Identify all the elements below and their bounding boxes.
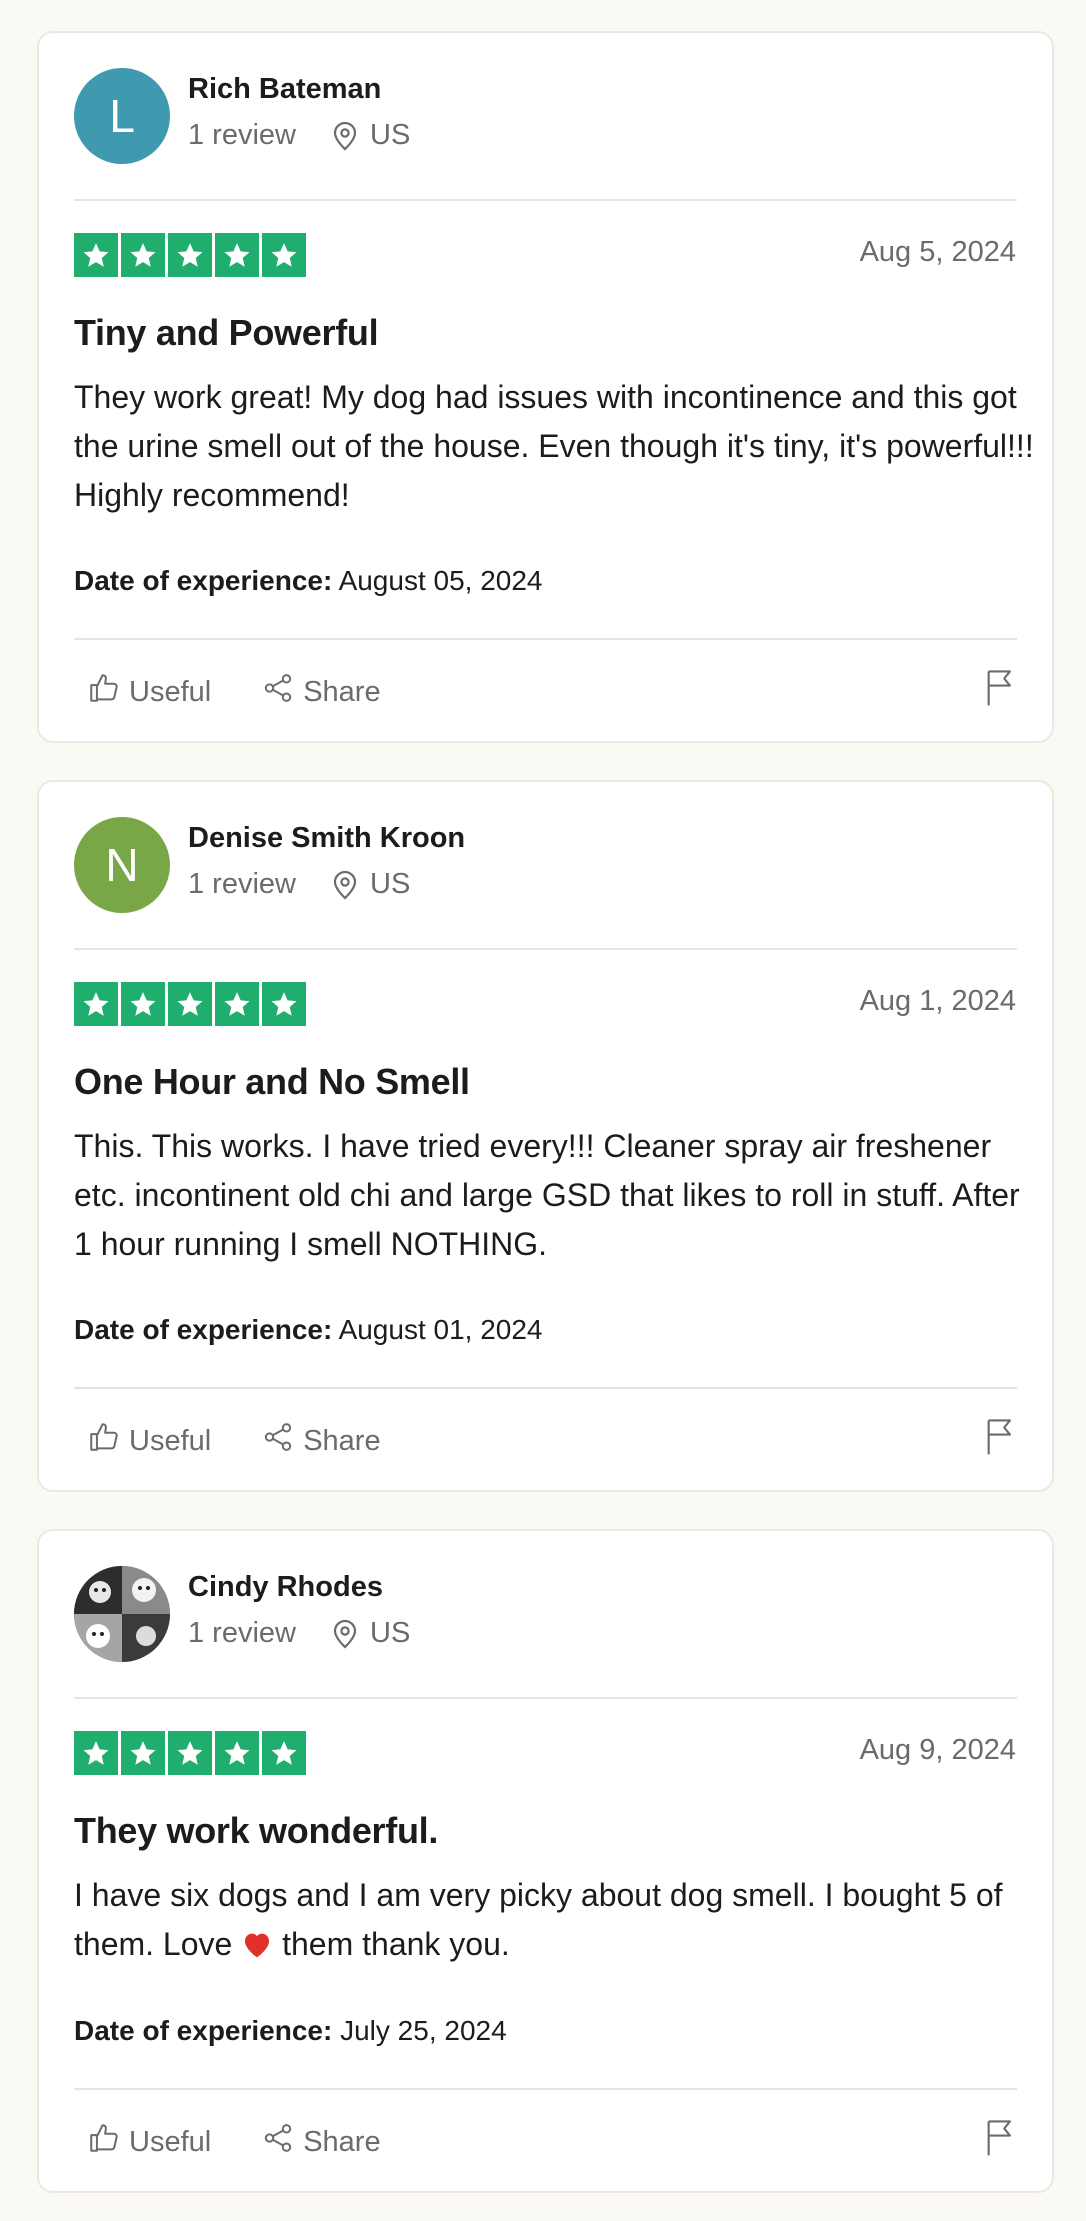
- reviewer-country: US: [370, 1617, 411, 1649]
- share-button[interactable]: Share: [261, 671, 381, 713]
- divider: [74, 199, 1017, 201]
- thumbs-up-icon: [87, 2121, 129, 2163]
- experience-value: August 05, 2024: [338, 565, 543, 596]
- star-icon: [168, 233, 212, 277]
- reviewer-header: Cindy Rhodes 1 review US: [39, 1531, 1052, 1698]
- star-rating: [74, 982, 306, 1026]
- experience-label: Date of experience:: [74, 565, 333, 596]
- star-rating: [74, 233, 306, 277]
- star-rating: [74, 1731, 306, 1775]
- divider: [74, 638, 1017, 640]
- review-count: 1 review: [188, 119, 296, 151]
- review-body-text: I have six dogs and I am very picky abou…: [74, 1877, 1003, 1962]
- review-actions: Useful Share: [87, 670, 1017, 713]
- review-card: L Rich Bateman 1 review US Aug 5, 2024 T…: [37, 31, 1054, 743]
- review-body-text: them thank you.: [282, 1926, 510, 1962]
- reviews-page: L Rich Bateman 1 review US Aug 5, 2024 T…: [0, 0, 1086, 2221]
- flag-icon[interactable]: [983, 667, 1017, 712]
- star-icon: [74, 1731, 118, 1775]
- reviewer-meta: 1 review US: [188, 1617, 410, 1650]
- flag-icon[interactable]: [983, 2117, 1017, 2162]
- avatar[interactable]: N: [74, 817, 170, 913]
- review-body: I have six dogs and I am very picky abou…: [74, 1871, 1034, 1973]
- review-actions: Useful Share: [87, 1419, 1017, 1462]
- reviewer-meta: 1 review US: [188, 119, 410, 152]
- review-card: Cindy Rhodes 1 review US Aug 9, 2024 The…: [37, 1529, 1054, 2193]
- divider: [74, 1697, 1017, 1699]
- avatar[interactable]: [74, 1566, 170, 1662]
- star-icon: [215, 982, 259, 1026]
- star-icon: [215, 1731, 259, 1775]
- reviewer-country: US: [370, 119, 411, 151]
- review-count: 1 review: [188, 1617, 296, 1649]
- star-icon: [168, 1731, 212, 1775]
- experience-label: Date of experience:: [74, 1314, 333, 1345]
- useful-button[interactable]: Useful: [87, 2121, 211, 2163]
- flag-icon[interactable]: [983, 1416, 1017, 1461]
- experience-value: August 01, 2024: [338, 1314, 543, 1345]
- reviewer-header: N Denise Smith Kroon 1 review US: [39, 782, 1052, 949]
- photo-collage-icon: [74, 1566, 170, 1662]
- useful-button[interactable]: Useful: [87, 671, 211, 713]
- star-icon: [215, 233, 259, 277]
- star-icon: [262, 233, 306, 277]
- reviewer-name[interactable]: Denise Smith Kroon: [188, 822, 465, 855]
- useful-label: Useful: [129, 2125, 212, 2158]
- reviewer-name[interactable]: Cindy Rhodes: [188, 1571, 383, 1604]
- thumbs-up-icon: [87, 671, 129, 713]
- review-title[interactable]: They work wonderful.: [74, 1810, 438, 1852]
- star-icon: [121, 1731, 165, 1775]
- reviewer-name[interactable]: Rich Bateman: [188, 73, 381, 106]
- location-pin-icon: [332, 1619, 358, 1649]
- share-label: Share: [303, 2125, 381, 2158]
- star-icon: [121, 982, 165, 1026]
- star-icon: [121, 233, 165, 277]
- experience-date: Date of experience: August 01, 2024: [74, 1314, 543, 1346]
- location-pin-icon: [332, 121, 358, 151]
- review-title[interactable]: One Hour and No Smell: [74, 1061, 470, 1103]
- review-date: Aug 9, 2024: [859, 1734, 1016, 1766]
- star-icon: [262, 1731, 306, 1775]
- review-title[interactable]: Tiny and Powerful: [74, 312, 379, 354]
- heart-icon: [241, 1924, 273, 1973]
- star-icon: [262, 982, 306, 1026]
- divider: [74, 1387, 1017, 1389]
- star-icon: [74, 982, 118, 1026]
- reviewer-header: L Rich Bateman 1 review US: [39, 33, 1052, 200]
- share-icon: [261, 1420, 303, 1462]
- star-icon: [168, 982, 212, 1026]
- avatar[interactable]: L: [74, 68, 170, 164]
- share-button[interactable]: Share: [261, 1420, 381, 1462]
- star-icon: [74, 233, 118, 277]
- review-count: 1 review: [188, 868, 296, 900]
- share-label: Share: [303, 675, 381, 708]
- share-label: Share: [303, 1424, 381, 1457]
- useful-label: Useful: [129, 1424, 212, 1457]
- review-actions: Useful Share: [87, 2120, 1017, 2163]
- location-pin-icon: [332, 870, 358, 900]
- experience-date: Date of experience: August 05, 2024: [74, 565, 543, 597]
- thumbs-up-icon: [87, 1420, 129, 1462]
- reviewer-meta: 1 review US: [188, 868, 410, 901]
- experience-label: Date of experience:: [74, 2015, 333, 2046]
- review-body: They work great! My dog had issues with …: [74, 379, 1034, 513]
- divider: [74, 2088, 1017, 2090]
- divider: [74, 948, 1017, 950]
- review-date: Aug 1, 2024: [859, 985, 1016, 1017]
- share-icon: [261, 671, 303, 713]
- useful-button[interactable]: Useful: [87, 1420, 211, 1462]
- review-body: This. This works. I have tried every!!! …: [74, 1128, 1020, 1262]
- reviewer-country: US: [370, 868, 411, 900]
- useful-label: Useful: [129, 675, 212, 708]
- experience-date: Date of experience: July 25, 2024: [74, 2015, 507, 2047]
- review-card: N Denise Smith Kroon 1 review US Aug 1, …: [37, 780, 1054, 1492]
- experience-value: July 25, 2024: [340, 2015, 507, 2046]
- review-date: Aug 5, 2024: [859, 236, 1016, 268]
- share-icon: [261, 2121, 303, 2163]
- share-button[interactable]: Share: [261, 2121, 381, 2163]
